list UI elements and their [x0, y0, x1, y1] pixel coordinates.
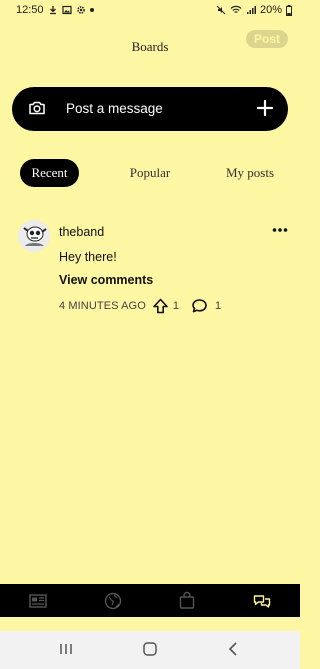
- upvote-count: 1: [172, 300, 179, 312]
- bottom-navigation: [0, 584, 300, 617]
- composer-label: Post a message: [66, 101, 163, 116]
- wifi-icon: [230, 5, 242, 13]
- tab-my-posts[interactable]: My posts: [220, 159, 280, 187]
- globe-icon: [104, 592, 122, 610]
- more-options-icon[interactable]: [272, 226, 288, 234]
- post-username[interactable]: theband: [59, 225, 104, 239]
- post-meta: 4 MINUTES AGO 1 1: [59, 298, 221, 314]
- nav-shop[interactable]: [177, 591, 197, 611]
- tab-recent[interactable]: Recent: [20, 159, 79, 187]
- user-avatar-icon: [18, 220, 50, 252]
- add-icon[interactable]: [256, 99, 274, 117]
- comment-icon[interactable]: [191, 298, 208, 314]
- post-message-composer[interactable]: Post a message: [12, 87, 288, 131]
- signal-icon: [246, 6, 256, 14]
- nav-boards[interactable]: [252, 591, 272, 611]
- upvote-icon[interactable]: [152, 298, 169, 314]
- post-text: Hey there!: [59, 250, 117, 264]
- camera-icon[interactable]: [28, 99, 46, 117]
- status-bar: 12:50 20%: [0, 0, 300, 20]
- back-icon[interactable]: [226, 641, 242, 657]
- shopping-bag-icon: [179, 591, 195, 609]
- nav-explore[interactable]: [103, 591, 123, 611]
- image-icon: [61, 5, 72, 15]
- status-time: 12:50: [16, 4, 44, 16]
- app-header: Boards Post: [0, 30, 300, 62]
- system-navigation-bar: [0, 631, 300, 669]
- comment-count: 1: [215, 300, 222, 312]
- nav-news[interactable]: [28, 591, 48, 611]
- view-comments-link[interactable]: View comments: [59, 273, 153, 287]
- battery-percentage: 20%: [259, 4, 282, 16]
- battery-icon: [286, 4, 292, 16]
- news-icon: [29, 594, 47, 608]
- tab-popular[interactable]: Popular: [120, 159, 180, 187]
- board-tabs: Recent Popular My posts: [0, 159, 300, 187]
- chat-icon: [253, 595, 271, 608]
- notification-dot-icon: [89, 8, 94, 12]
- settings-icon: [76, 6, 85, 14]
- mute-icon: [216, 5, 226, 15]
- post-button[interactable]: Post: [246, 30, 288, 48]
- download-icon: [49, 6, 56, 15]
- avatar[interactable]: [18, 220, 50, 252]
- recent-apps-icon[interactable]: [58, 641, 74, 657]
- post-timestamp: 4 MINUTES AGO: [59, 300, 146, 312]
- home-icon[interactable]: [142, 641, 158, 657]
